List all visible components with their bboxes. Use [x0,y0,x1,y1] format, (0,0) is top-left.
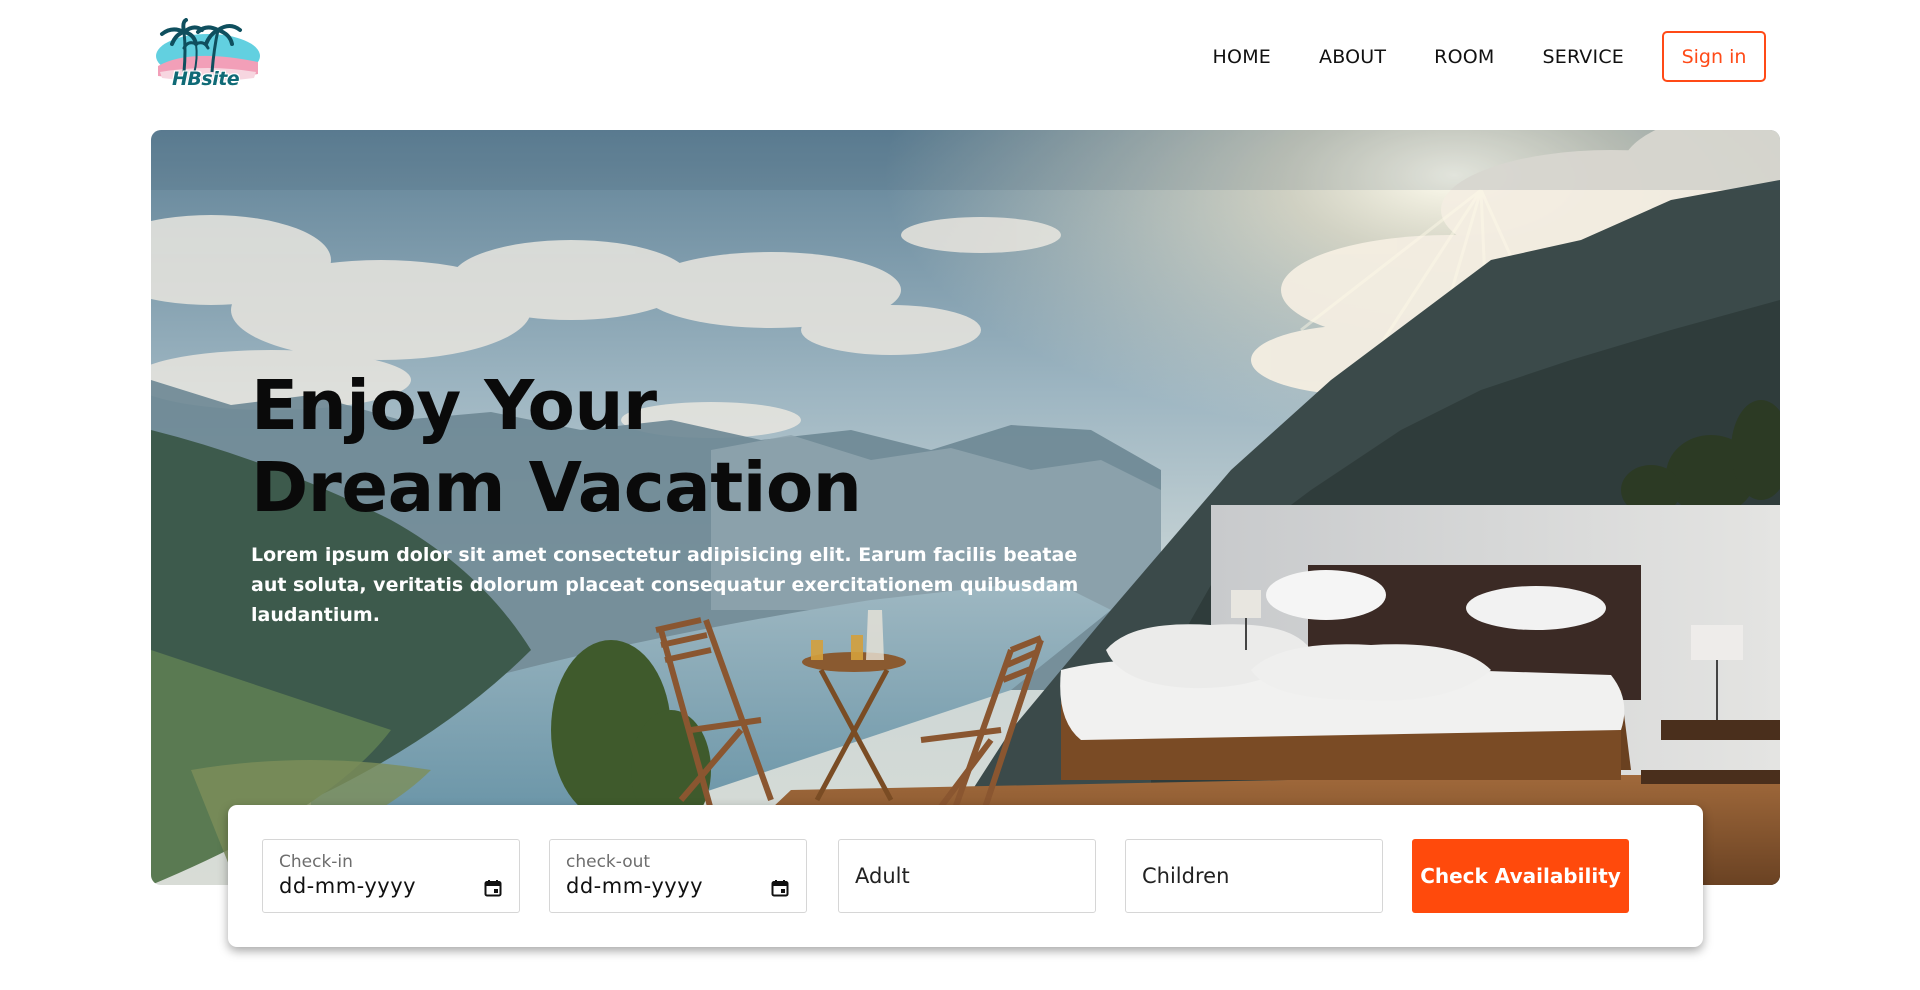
children-input[interactable]: Children [1125,839,1383,913]
hero-description: Lorem ipsum dolor sit amet consectetur a… [251,544,1079,626]
adult-placeholder: Adult [855,864,910,888]
booking-form: Check-in dd-mm-yyyy check-out dd-mm-yyyy [228,805,1703,947]
nav-item-home[interactable]: HOME [1213,46,1271,68]
nav-item-about[interactable]: ABOUT [1319,46,1386,68]
checkout-date-input[interactable]: check-out dd-mm-yyyy [549,839,807,913]
sign-in-button[interactable]: Sign in [1662,31,1766,82]
hero-title-line-2: Dream Vacation [251,448,862,528]
check-availability-button[interactable]: Check Availability [1412,839,1629,913]
brand-logo[interactable]: HBsite [150,18,266,98]
hero-title-line-1: Enjoy Your [251,366,657,446]
brand-logo-text: HBsite [172,68,240,90]
page: HBsite HOME ABOUT ROOM SERVICE Sign in E… [0,0,1920,990]
calendar-icon[interactable] [484,879,502,897]
checkin-value: dd-mm-yyyy [279,874,417,898]
hero-title: Enjoy Your Dream Vacation [251,365,862,529]
checkout-value: dd-mm-yyyy [566,874,704,898]
checkin-label: Check-in [279,852,353,872]
checkout-label: check-out [566,852,651,872]
checkin-date-input[interactable]: Check-in dd-mm-yyyy [262,839,520,913]
children-placeholder: Children [1142,864,1230,888]
calendar-icon[interactable] [771,879,789,897]
nav-item-service[interactable]: SERVICE [1542,46,1624,68]
nav-item-room[interactable]: ROOM [1434,46,1494,68]
adult-input[interactable]: Adult [838,839,1096,913]
main-nav: HOME ABOUT ROOM SERVICE Sign in [1165,31,1766,82]
hero-banner: Enjoy Your Dream Vacation Lorem ipsum do… [151,130,1780,885]
